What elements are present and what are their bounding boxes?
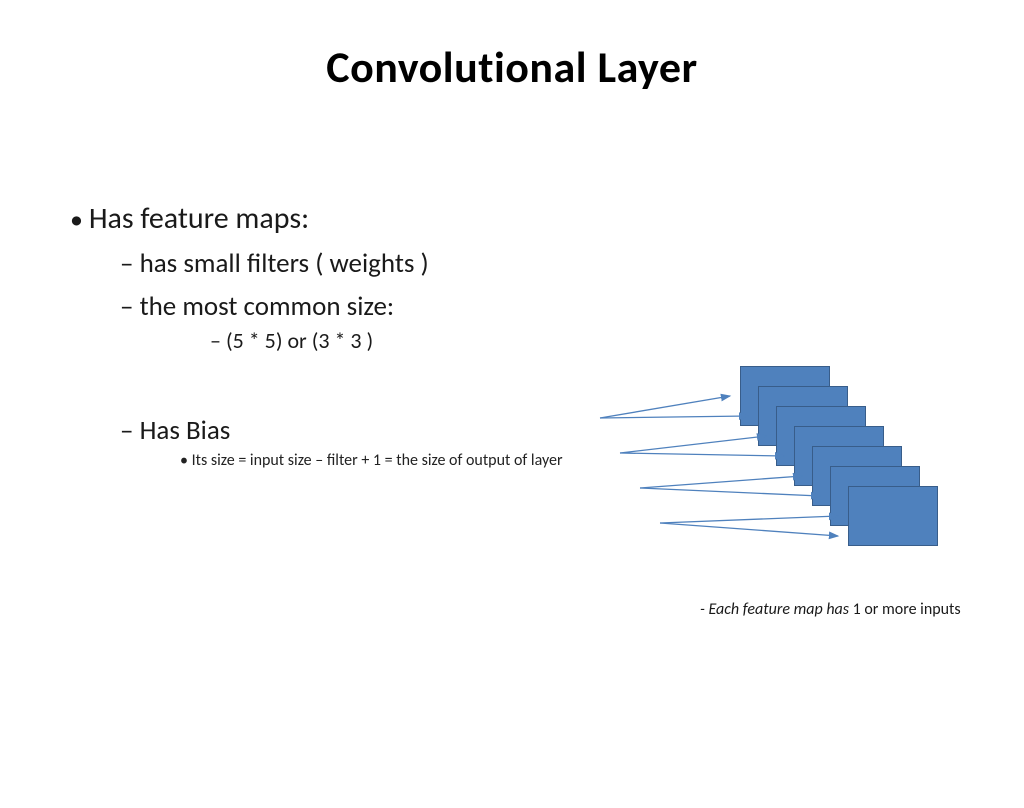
bullet-text: has small filters ( weights ): [140, 247, 429, 280]
bullet-text: (5 * 5) or (3 * 3 ): [226, 327, 373, 354]
bullet-text: Its size = input size – filter + 1 = the…: [192, 451, 563, 470]
arrows-icon: [590, 358, 990, 578]
bullet-size-values: (5 * 5) or (3 * 3 ): [210, 327, 984, 354]
bullet-text: the most common size:: [140, 290, 395, 323]
bullet-common-size: the most common size: (5 * 5) or (3 * 3 …: [120, 290, 984, 354]
caption-italic: Each feature map has: [709, 600, 853, 619]
bullet-text: Has Bias: [140, 414, 231, 447]
diagram-caption: - Each feature map has 1 or more inputs: [700, 600, 961, 619]
bullet-small-filters: has small filters ( weights ): [120, 247, 984, 280]
feature-maps-diagram: [590, 358, 990, 578]
slide-title: Convolutional Layer: [0, 40, 1024, 94]
caption-prefix: -: [700, 600, 709, 619]
bullet-text: Has feature maps:: [89, 200, 309, 237]
caption-rest: 1 or more inputs: [853, 600, 961, 619]
